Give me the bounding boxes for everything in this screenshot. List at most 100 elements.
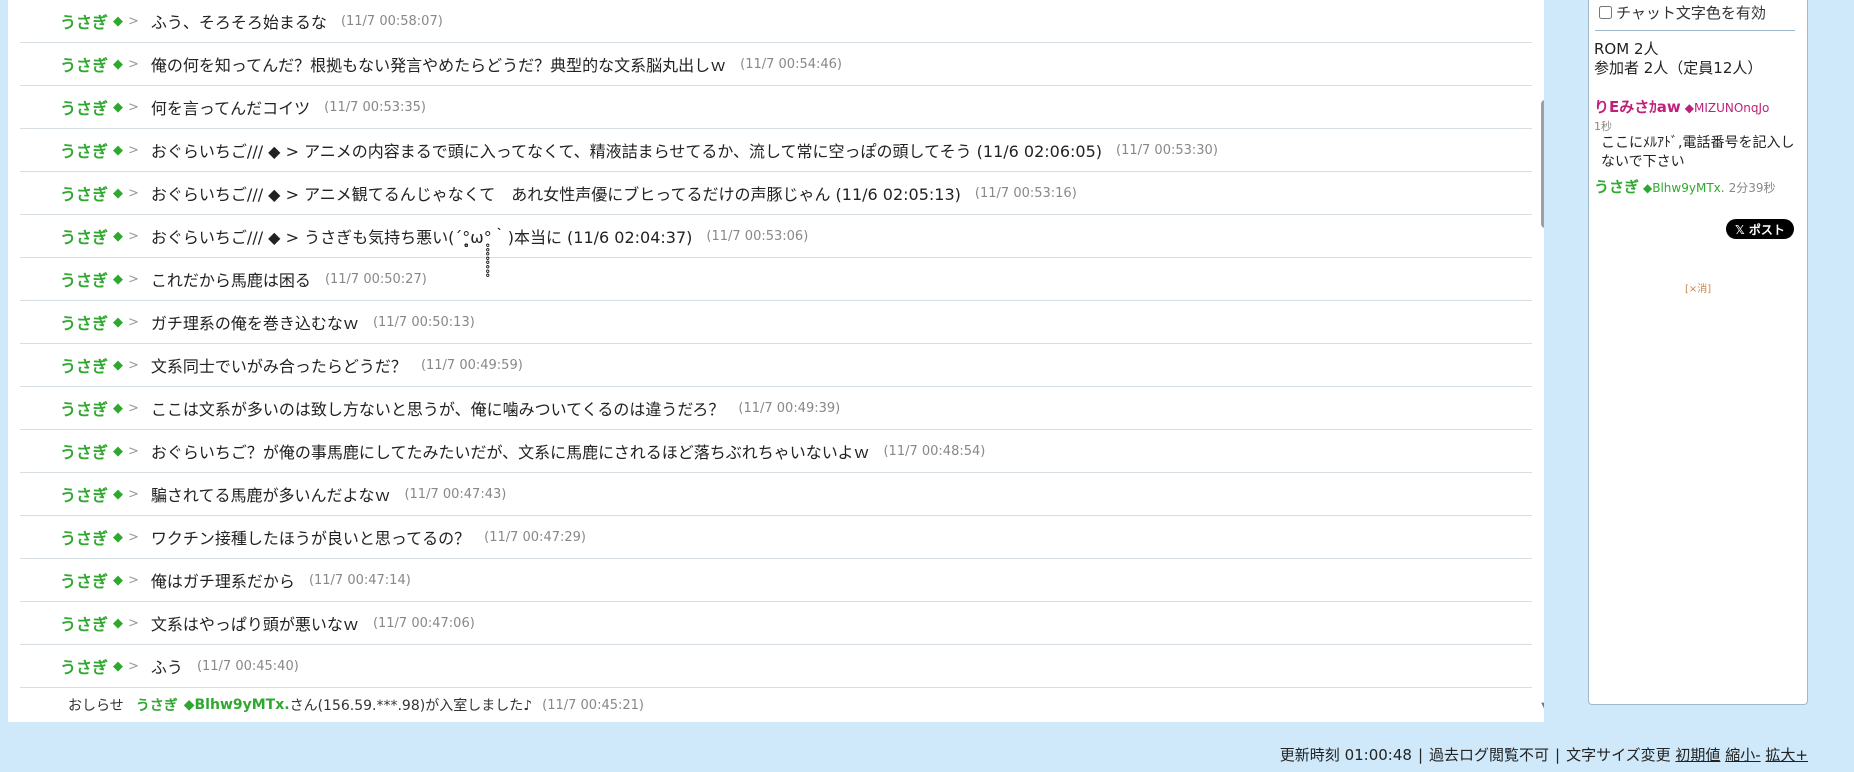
- message-author[interactable]: うさぎ: [60, 396, 108, 420]
- message-author[interactable]: うさぎ: [60, 224, 108, 248]
- font-size-enlarge-link[interactable]: 拡大+: [1765, 746, 1808, 764]
- message-separator: >: [128, 13, 139, 29]
- x-post-button[interactable]: 𝕏 ポスト: [1726, 219, 1794, 239]
- message-author[interactable]: うさぎ: [60, 654, 108, 678]
- side-divider: [1595, 30, 1795, 31]
- side-panel: チャット文字色を有効 ROM 2人 参加者 2人（定員12人） りEみさｶaw ◆…: [1588, 0, 1808, 705]
- message-text: おぐらいちご/// ◆ > アニメ観てるんじゃなくて あれ女性声優にブヒってるだ…: [150, 185, 961, 204]
- chat-message-row: うさぎ ◆ > 文系はやっぱり頭が悪いなｗ (11/7 00:47:06): [20, 602, 1532, 645]
- message-trip: ◆: [113, 99, 124, 115]
- message-author[interactable]: うさぎ: [60, 525, 108, 549]
- message-author[interactable]: うさぎ: [60, 353, 108, 377]
- message-separator: >: [128, 314, 139, 330]
- message-author[interactable]: うさぎ: [60, 9, 108, 33]
- message-text: 騙されてる馬鹿が多いんだよなｗ: [150, 486, 391, 505]
- message-separator: >: [128, 142, 139, 158]
- message-time: (11/7 00:47:06): [372, 615, 475, 631]
- message-trip: ◆: [113, 486, 124, 502]
- message-time: (11/7 00:47:29): [484, 529, 586, 545]
- message-time: (11/7 00:54:46): [740, 56, 842, 72]
- separator: |: [1417, 746, 1423, 764]
- chat-color-label: チャット文字色を有効: [1616, 4, 1766, 22]
- message-time: (11/7 00:47:14): [308, 572, 411, 588]
- message-separator: >: [128, 615, 139, 631]
- chat-message-row: うさぎ ◆ > ワクチン接種したほうが良いと思ってるの？ (11/7 00:47:29): [20, 516, 1532, 559]
- chat-message-row: うさぎ ◆ > おぐらいちご/// ◆ > アニメ観てるんじゃなくて あれ女性声優にブ…: [20, 172, 1532, 215]
- participant-item[interactable]: りEみさｶaw ◆MIZUNOnqJo: [1594, 96, 1769, 117]
- message-author[interactable]: うさぎ: [60, 181, 108, 205]
- rom-count: ROM 2人: [1594, 40, 1659, 58]
- message-trip: ◆: [113, 185, 124, 201]
- separator: |: [1555, 746, 1561, 764]
- participant-trip: ◆Blhw9yMTx.: [1643, 181, 1725, 195]
- message-author[interactable]: うさぎ: [60, 611, 108, 635]
- message-author[interactable]: うさぎ: [60, 267, 108, 291]
- message-separator: >: [128, 99, 139, 115]
- message-text: ワクチン接種したほうが良いと思ってるの？: [150, 529, 471, 548]
- message-text: おぐらいちご？が俺の事馬鹿にしてたみたいだが、文系に馬鹿にされるほど落ちぶれちゃ…: [150, 443, 870, 462]
- system-notice: おしらせ うさぎ ◆Blhw9yMTx. さん(156.59.***.98)が入室しま…: [20, 690, 1532, 720]
- message-author[interactable]: うさぎ: [60, 310, 108, 334]
- message-trip: ◆: [113, 56, 124, 72]
- notice-text: さん(156.59.***.98)が入室しました♪: [289, 698, 533, 714]
- message-author[interactable]: うさぎ: [60, 138, 108, 162]
- ad-close-link[interactable]: [×消]: [1685, 280, 1711, 295]
- participant-name: りEみさｶaw: [1594, 98, 1681, 116]
- message-trip: ◆: [113, 658, 124, 674]
- update-time: 更新時刻 01:00:48: [1279, 746, 1412, 764]
- message-time: (11/7 00:53:16): [974, 185, 1077, 201]
- message-author[interactable]: うさぎ: [60, 568, 108, 592]
- chat-message-row: うさぎ ◆ > 何を言ってんだコイツ (11/7 00:53:35): [20, 86, 1532, 129]
- message-time: (11/7 00:53:35): [324, 99, 426, 115]
- participant-idle-time: 2分39秒: [1728, 181, 1776, 195]
- message-trip: ◆: [113, 400, 124, 416]
- message-text: ふう: [150, 658, 183, 677]
- chat-color-checkbox[interactable]: [1599, 6, 1612, 19]
- message-separator: >: [128, 400, 139, 416]
- message-time: (11/7 00:53:30): [1116, 142, 1218, 158]
- chat-message-row: うさぎ ◆ > 俺の何を知ってんだ？根拠もない発言やめたらどうだ？典型的な文系脳丸出し…: [20, 43, 1532, 86]
- participant-count: 参加者 2人（定員12人）: [1594, 59, 1763, 77]
- chat-scrollbar[interactable]: ▼: [1538, 0, 1544, 722]
- message-author[interactable]: うさぎ: [60, 439, 108, 463]
- participant-name: うさぎ: [1594, 178, 1640, 196]
- chat-message-row: うさぎ ◆ > ふう (11/7 00:45:40): [20, 645, 1532, 688]
- message-trip: ◆: [113, 13, 124, 29]
- font-size-shrink-link[interactable]: 縮小-: [1725, 746, 1760, 764]
- font-size-reset-link[interactable]: 初期値: [1675, 746, 1720, 764]
- message-trip: ◆: [113, 142, 124, 158]
- message-trip: ◆: [113, 314, 124, 330]
- message-time: (11/7 00:50:13): [372, 314, 475, 330]
- past-log-status: 過去ログ閲覧不可: [1429, 746, 1550, 764]
- message-list: うさぎ ◆ > ふう、そろそろ始まるな (11/7 00:58:07) うさぎ ◆ > 俺の何を…: [20, 0, 1532, 720]
- message-separator: >: [128, 658, 139, 674]
- message-trip: ◆: [113, 357, 124, 373]
- message-time: (11/7 00:58:07): [340, 13, 443, 29]
- message-time: (11/7 00:53:06): [706, 228, 809, 244]
- message-separator: >: [128, 357, 139, 373]
- message-author[interactable]: うさぎ: [60, 95, 108, 119]
- participant-item[interactable]: うさぎ ◆Blhw9yMTx. 2分39秒: [1594, 176, 1775, 197]
- chat-message-row: うさぎ ◆ > おぐらいちご/// ◆ > うさぎも気持ち悪い(´°̥̥̥̥̥̥̥̥ω…: [20, 215, 1532, 258]
- message-separator: >: [128, 228, 139, 244]
- scroll-thumb[interactable]: [1541, 100, 1544, 228]
- message-time: (11/7 00:49:39): [738, 400, 841, 416]
- chat-message-row: うさぎ ◆ > おぐらいちご/// ◆ > アニメの内容まるで頭に入ってなくて、精液詰…: [20, 129, 1532, 172]
- message-author[interactable]: うさぎ: [60, 52, 108, 76]
- message-time: (11/7 00:50:27): [324, 271, 427, 287]
- scroll-down-arrow-icon[interactable]: ▼: [1540, 702, 1544, 712]
- notice-label: おしらせ: [68, 698, 124, 714]
- notice-time: (11/7 00:45:21): [542, 697, 644, 713]
- chat-message-row: うさぎ ◆ > ガチ理系の俺を巻き込むなｗ (11/7 00:50:13): [20, 301, 1532, 344]
- message-text: ここは文系が多いのは致し方ないと思うが、俺に噛みついてくるのは違うだろ？: [150, 400, 725, 419]
- chat-color-toggle[interactable]: チャット文字色を有効: [1599, 2, 1766, 23]
- message-trip: ◆: [113, 228, 124, 244]
- message-author[interactable]: うさぎ: [60, 482, 108, 506]
- message-text: ガチ理系の俺を巻き込むなｗ: [150, 314, 359, 333]
- message-text: 俺の何を知ってんだ？根拠もない発言やめたらどうだ？典型的な文系脳丸出しｗ: [150, 56, 727, 75]
- chat-message-row: うさぎ ◆ > 俺はガチ理系だから (11/7 00:47:14): [20, 559, 1532, 602]
- message-time: (11/7 00:49:59): [420, 357, 523, 373]
- message-text: おぐらいちご/// ◆ > アニメの内容まるで頭に入ってなくて、精液詰まらせてる…: [150, 142, 1103, 161]
- message-time: (11/7 00:48:54): [883, 443, 986, 459]
- chat-message-row: うさぎ ◆ > 騙されてる馬鹿が多いんだよなｗ (11/7 00:47:43): [20, 473, 1532, 516]
